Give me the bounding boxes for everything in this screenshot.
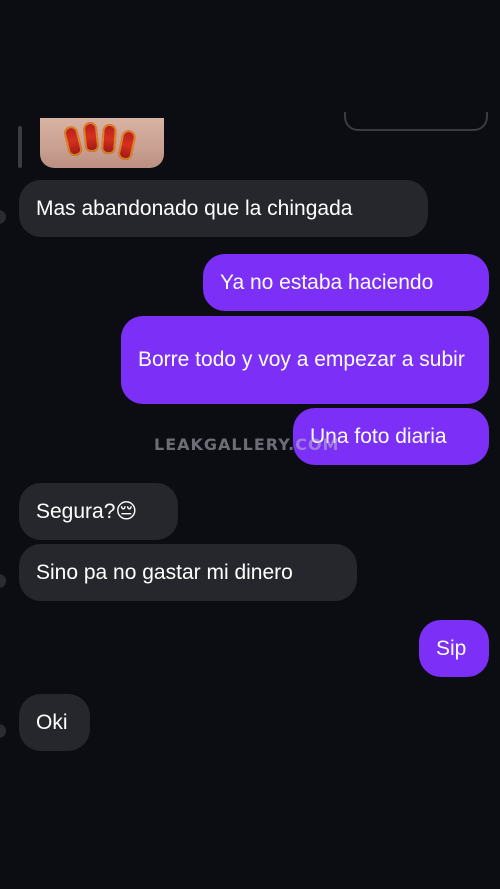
message-bubble-incoming[interactable]: Mas abandonado que la chingada bbox=[19, 180, 428, 237]
message-bubble-incoming[interactable]: Segura?😔 bbox=[19, 483, 178, 540]
shared-image-thumbnail[interactable] bbox=[40, 118, 164, 168]
message-text: Segura?😔 bbox=[36, 499, 138, 523]
watermark: LEAKGALLERY.COM bbox=[154, 435, 340, 454]
nail-shape bbox=[117, 128, 137, 162]
nail-shape bbox=[100, 123, 118, 155]
nail-shape bbox=[62, 124, 84, 158]
message-bubble-outgoing[interactable]: Ya no estaba haciendo bbox=[203, 254, 489, 311]
message-text: Mas abandonado que la chingada bbox=[36, 196, 353, 220]
reply-quote-line bbox=[18, 126, 22, 168]
message-bubble-outgoing[interactable]: Borre todo y voy a empezar a subir bbox=[121, 316, 489, 404]
sender-avatar[interactable] bbox=[0, 724, 6, 738]
message-text: Oki bbox=[36, 710, 68, 734]
message-bubble-outgoing[interactable]: Sip bbox=[419, 620, 489, 677]
message-text: Ya no estaba haciendo bbox=[220, 270, 434, 294]
message-text: Sino pa no gastar mi dinero bbox=[36, 560, 293, 584]
message-bubble-incoming[interactable]: Oki bbox=[19, 694, 90, 751]
previous-message-bubble-edge bbox=[344, 112, 488, 131]
chat-thread: Mas abandonado que la chingada Ya no est… bbox=[0, 0, 500, 889]
sender-avatar[interactable] bbox=[0, 574, 6, 588]
message-text: Borre todo y voy a empezar a subir bbox=[138, 348, 465, 371]
sender-avatar[interactable] bbox=[0, 210, 6, 224]
nail-shape bbox=[82, 121, 100, 153]
message-text: Sip bbox=[436, 636, 467, 660]
message-bubble-incoming[interactable]: Sino pa no gastar mi dinero bbox=[19, 544, 357, 601]
